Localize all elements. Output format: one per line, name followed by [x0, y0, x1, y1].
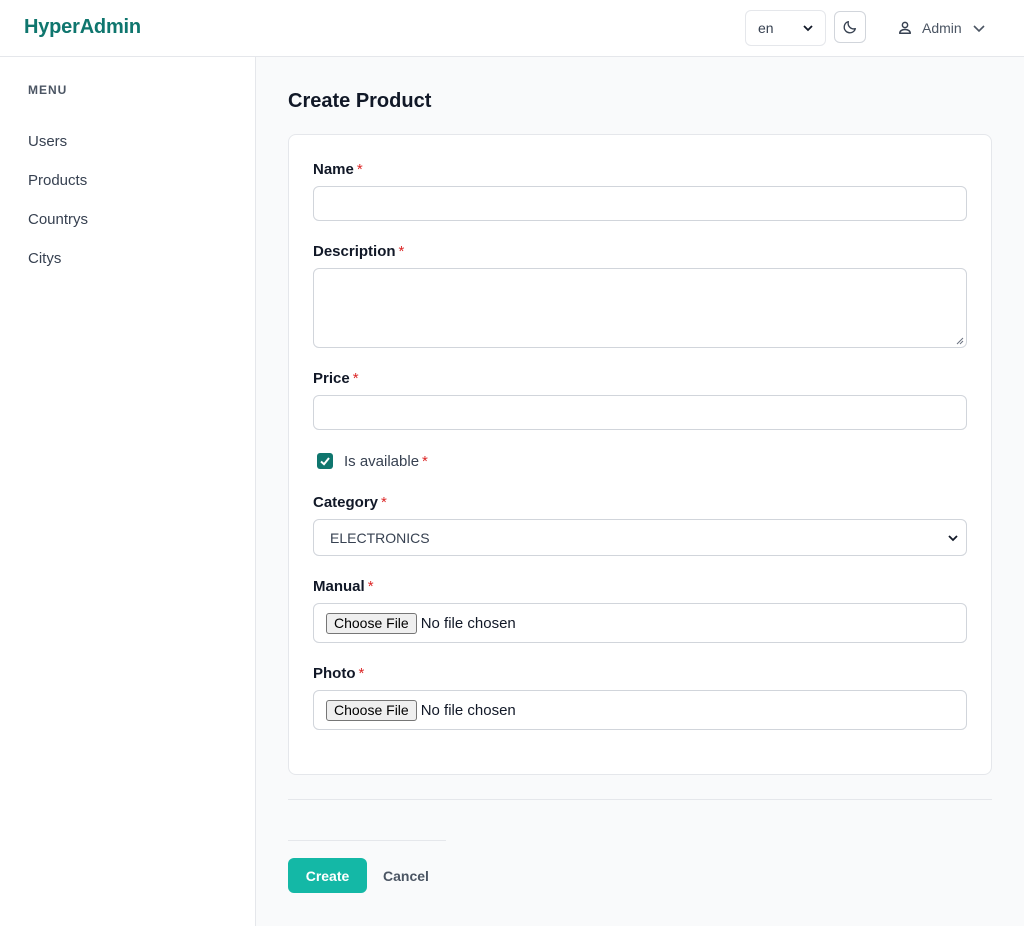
photo-file-status: No file chosen [420, 701, 516, 719]
resize-handle-icon[interactable] [956, 337, 964, 345]
moon-icon [843, 21, 856, 34]
product-form-card: Name * Description * Price * Is availabl… [288, 134, 992, 775]
is-available-label[interactable]: Is available * [344, 453, 428, 470]
photo-label: Photo * [313, 665, 365, 682]
required-marker: * [398, 243, 405, 260]
manual-file-input[interactable]: Choose File No file chosen [313, 603, 967, 643]
menu-heading: MENU [28, 83, 68, 97]
main-content: Create Product Name * Description * Price * [256, 57, 1024, 926]
top-bar: HyperAdmin en Admin [0, 0, 1024, 57]
actions-divider [288, 840, 446, 841]
checkmark-icon [320, 457, 330, 466]
sidebar-item-citys[interactable]: Citys [28, 250, 61, 267]
description-label: Description * [313, 243, 405, 260]
category-label: Category * [313, 494, 387, 511]
manual-label: Manual * [313, 578, 374, 595]
sidebar-item-users[interactable]: Users [28, 133, 67, 150]
category-select[interactable]: ELECTRONICS [313, 519, 967, 556]
photo-file-input[interactable]: Choose File No file chosen [313, 690, 967, 730]
chevron-down-icon [973, 25, 985, 33]
form-divider [288, 799, 992, 800]
sidebar-item-products[interactable]: Products [28, 172, 87, 189]
manual-file-status: No file chosen [420, 614, 516, 632]
required-marker: * [352, 370, 359, 387]
required-marker: * [367, 578, 374, 595]
required-marker: * [358, 665, 365, 682]
required-marker: * [422, 453, 428, 470]
is-available-checkbox[interactable] [317, 453, 333, 469]
brand-logo[interactable]: HyperAdmin [24, 16, 141, 39]
user-menu[interactable]: Admin [896, 18, 986, 38]
category-selected-value: ELECTRONICS [330, 529, 430, 546]
name-input[interactable] [313, 186, 967, 221]
name-label: Name * [313, 161, 363, 178]
dark-mode-toggle-button[interactable] [834, 11, 866, 43]
sidebar-item-countrys[interactable]: Countrys [28, 211, 88, 228]
user-name: Admin [922, 20, 962, 36]
price-label: Price * [313, 370, 359, 387]
manual-choose-file-button[interactable]: Choose File [326, 612, 417, 634]
required-marker: * [356, 161, 363, 178]
language-select[interactable]: en [745, 10, 826, 46]
page-title: Create Product [288, 90, 432, 112]
cancel-button[interactable]: Cancel [383, 868, 429, 884]
create-button[interactable]: Create [288, 858, 367, 893]
description-textarea[interactable] [313, 268, 967, 348]
chevron-down-icon [948, 534, 958, 541]
photo-choose-file-button[interactable]: Choose File [326, 699, 417, 721]
chevron-down-icon [803, 25, 813, 32]
user-icon [899, 21, 911, 34]
sidebar: MENU Users Products Countrys Citys [0, 57, 256, 926]
required-marker: * [381, 494, 387, 511]
price-input[interactable] [313, 395, 967, 430]
language-value: en [758, 20, 774, 36]
